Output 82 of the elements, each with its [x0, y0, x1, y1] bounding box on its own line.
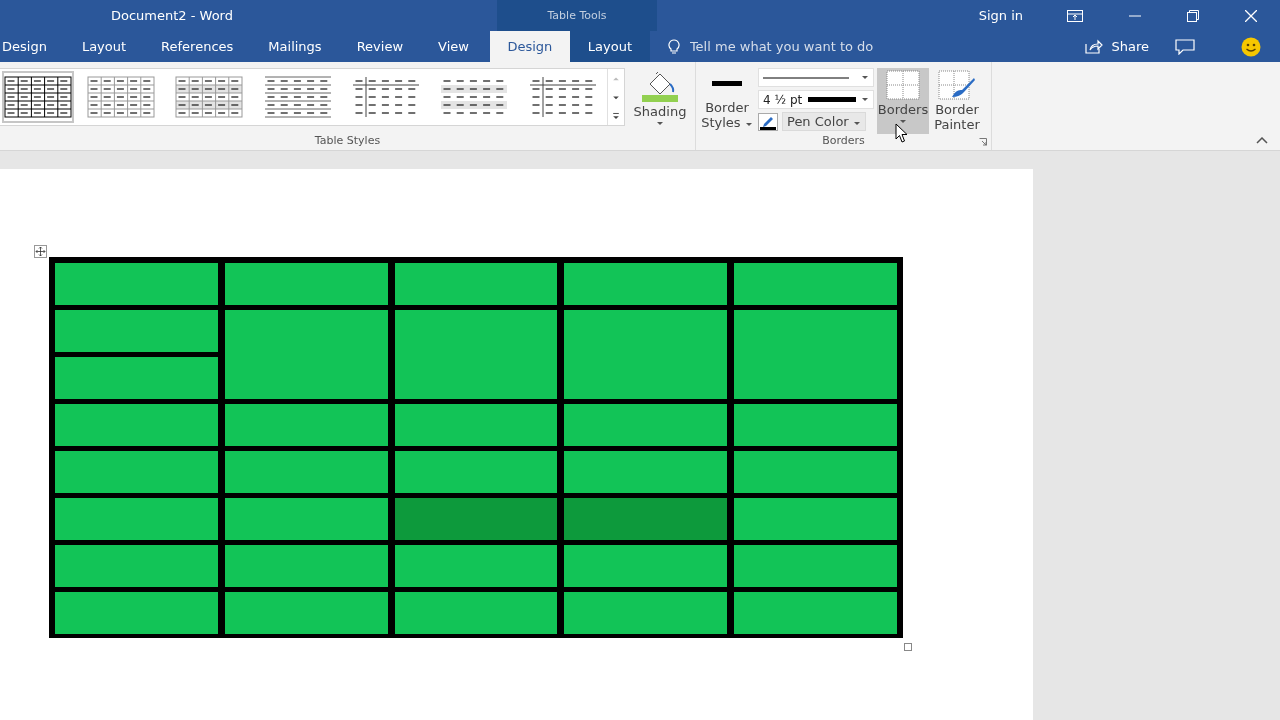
- ribbon-tab[interactable]: Review: [338, 31, 421, 62]
- line-style-dropdown[interactable]: [758, 68, 874, 87]
- ribbon-tab[interactable]: Design: [0, 31, 64, 62]
- pen-icon[interactable]: [758, 112, 778, 131]
- table-cell[interactable]: [734, 310, 897, 399]
- caret-icon: [744, 122, 753, 127]
- contextual-tab-label: Table Tools: [547, 9, 607, 22]
- ribbon-tab[interactable]: Layout: [569, 31, 650, 62]
- table-cell[interactable]: [394, 451, 558, 493]
- table-style-option[interactable]: [2, 71, 74, 123]
- window-title: Document2 - Word: [111, 8, 234, 23]
- ribbon-tab[interactable]: Mailings: [250, 31, 339, 62]
- share-icon[interactable]: [1085, 39, 1104, 54]
- table-cell[interactable]: [734, 545, 897, 587]
- table-cell[interactable]: [224, 404, 388, 446]
- close-icon[interactable]: [1245, 9, 1257, 22]
- grid-icon: [886, 70, 920, 100]
- table-cell[interactable]: [224, 592, 388, 634]
- table-cell[interactable]: [394, 263, 558, 305]
- comment-icon[interactable]: [1175, 38, 1195, 55]
- table-cell[interactable]: [564, 263, 728, 305]
- minimize-icon[interactable]: [1129, 14, 1141, 17]
- caret-icon: [861, 75, 869, 80]
- caret-icon: [656, 121, 664, 126]
- ribbon-tab[interactable]: Design: [489, 31, 570, 62]
- table-cell[interactable]: [55, 451, 218, 493]
- table-move-handle-icon[interactable]: [34, 245, 47, 258]
- share-button[interactable]: Share: [1111, 39, 1149, 54]
- table-cell[interactable]: [224, 498, 388, 540]
- table-cell[interactable]: [734, 592, 897, 634]
- tell-me-field[interactable]: Tell me what you want to do: [687, 31, 952, 62]
- table-cell[interactable]: [55, 404, 218, 446]
- table-cell[interactable]: [564, 592, 728, 634]
- border-painter-button[interactable]: Border Painter: [929, 68, 985, 134]
- dialog-launcher-icon[interactable]: [979, 138, 987, 146]
- thin-line-icon: [763, 75, 849, 80]
- ribbon-tab[interactable]: View: [420, 31, 486, 62]
- table-cell[interactable]: [394, 545, 558, 587]
- ribbon-tab[interactable]: Layout: [63, 31, 144, 62]
- table-cell[interactable]: [55, 545, 218, 587]
- table-cell[interactable]: [564, 310, 728, 399]
- smiley-icon[interactable]: [1241, 36, 1261, 57]
- table-cell[interactable]: [734, 498, 897, 540]
- paint-bucket-icon: [640, 70, 680, 102]
- table-cell[interactable]: [224, 545, 388, 587]
- table-cell[interactable]: [55, 498, 218, 540]
- line-weight-dropdown[interactable]: 4 ½ pt: [758, 90, 874, 109]
- table-cell[interactable]: [564, 451, 728, 493]
- table-cell[interactable]: [564, 404, 728, 446]
- table-cell[interactable]: [734, 263, 897, 305]
- caret-icon: [852, 121, 861, 126]
- table-cell[interactable]: [564, 498, 728, 540]
- mouse-cursor-icon: [895, 123, 909, 144]
- ribbon-display-icon[interactable]: [1067, 9, 1083, 22]
- collapse-ribbon-icon[interactable]: [1256, 137, 1268, 144]
- group-label: Borders: [822, 134, 865, 147]
- table-resize-handle-icon[interactable]: [904, 643, 912, 651]
- table-cell[interactable]: [224, 310, 388, 399]
- border-styles-button[interactable]: Border Styles: [700, 68, 754, 134]
- table-cell[interactable]: [394, 592, 558, 634]
- borders-button[interactable]: Borders: [877, 68, 929, 134]
- table-cell[interactable]: [394, 404, 558, 446]
- table-cell[interactable]: [564, 545, 728, 587]
- table-cell[interactable]: [394, 310, 558, 399]
- grid-brush-icon: [938, 70, 976, 100]
- table-cell[interactable]: [55, 263, 218, 305]
- lightbulb-icon: [667, 38, 680, 55]
- group-label: Table Styles: [314, 134, 381, 147]
- table-cell[interactable]: [394, 498, 558, 540]
- restore-icon[interactable]: [1187, 9, 1199, 22]
- table-cell[interactable]: [224, 263, 388, 305]
- table-cell[interactable]: [734, 451, 897, 493]
- table-cell[interactable]: [55, 310, 218, 352]
- table-cell[interactable]: [224, 451, 388, 493]
- sign-in-link[interactable]: Sign in: [978, 8, 1023, 23]
- caret-icon: [861, 97, 869, 102]
- pen-color-button[interactable]: Pen Color: [782, 112, 866, 131]
- table-cell[interactable]: [55, 592, 218, 634]
- ribbon-tab[interactable]: References: [143, 31, 251, 62]
- shading-button[interactable]: Shading: [629, 68, 691, 134]
- table-cell[interactable]: [734, 404, 897, 446]
- table-cell[interactable]: [55, 357, 218, 399]
